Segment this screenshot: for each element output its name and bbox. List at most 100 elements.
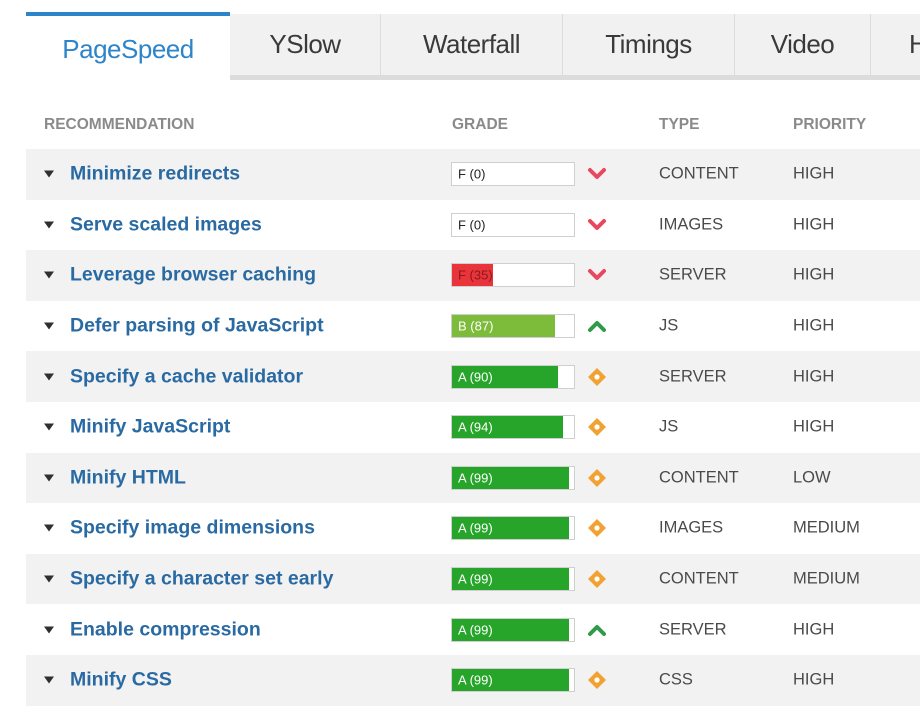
grade-bar: A (99): [451, 465, 575, 490]
tab-bar: PageSpeed YSlow Waterfall Timings Video …: [0, 0, 920, 82]
expand-caret-icon[interactable]: [44, 524, 54, 532]
priority-cell: MEDIUM: [793, 518, 860, 537]
diamond-icon: [588, 418, 606, 437]
chevron-up-icon: [588, 321, 606, 333]
table-row[interactable]: Minimize redirects F (0) CONTENT HIGH: [26, 149, 920, 200]
recommendation-link[interactable]: Serve scaled images: [70, 213, 262, 236]
type-cell: JS: [659, 316, 679, 335]
grade-bar: A (99): [451, 567, 575, 592]
expand-caret-icon[interactable]: [44, 626, 54, 634]
tab-waterfall[interactable]: Waterfall: [380, 14, 562, 80]
table-row[interactable]: Specify image dimensions A (99) IMAGES MEDI…: [26, 503, 920, 554]
expand-caret-icon[interactable]: [44, 474, 54, 482]
priority-cell: HIGH: [793, 670, 835, 689]
type-cell: IMAGES: [659, 215, 724, 234]
grade-label: A (99): [458, 622, 493, 638]
diamond-icon: [588, 367, 606, 386]
expand-caret-icon[interactable]: [44, 170, 54, 178]
table-row[interactable]: Minify JavaScript A (94) JS HIGH: [26, 402, 920, 453]
expand-caret-icon[interactable]: [44, 221, 54, 229]
priority-cell: HIGH: [793, 367, 835, 386]
grade-label: F (0): [458, 217, 486, 233]
grade-bar: A (99): [451, 668, 575, 693]
type-cell: CONTENT: [659, 468, 739, 487]
priority-cell: HIGH: [793, 316, 835, 335]
header-grade[interactable]: GRADE: [452, 116, 508, 134]
expand-caret-icon[interactable]: [44, 373, 54, 381]
grade-label: A (90): [458, 369, 493, 385]
table-row[interactable]: Enable compression A (99) SERVER HIGH: [26, 604, 920, 655]
header-type[interactable]: TYPE: [659, 116, 699, 134]
recommendation-link[interactable]: Minify JavaScript: [70, 416, 230, 439]
table-row[interactable]: Minify CSS A (99) CSS HIGH: [26, 654, 920, 706]
expand-caret-icon[interactable]: [44, 676, 54, 684]
priority-cell: HIGH: [793, 417, 835, 436]
header-recommendation[interactable]: RECOMMENDATION: [44, 116, 194, 134]
priority-cell: HIGH: [793, 164, 835, 183]
recommendation-table: Minimize redirects F (0) CONTENT HIGH Serve …: [26, 149, 920, 706]
recommendation-link[interactable]: Minify CSS: [70, 669, 172, 692]
grade-bar: F (0): [451, 212, 575, 237]
grade-bar: F (0): [451, 162, 575, 187]
tab-pagespeed[interactable]: PageSpeed: [26, 12, 230, 82]
recommendation-link[interactable]: Specify a character set early: [70, 568, 333, 591]
expand-caret-icon[interactable]: [44, 322, 54, 330]
recommendation-link[interactable]: Defer parsing of JavaScript: [70, 315, 324, 338]
grade-bar: F (35): [451, 263, 575, 288]
tab-overflow[interactable]: H: [870, 14, 920, 80]
priority-cell: HIGH: [793, 620, 835, 639]
grade-label: F (35): [458, 267, 493, 283]
diamond-icon: [588, 570, 606, 589]
table-row[interactable]: Specify a character set early A (99) CONTE…: [26, 553, 920, 605]
grade-bar: B (87): [451, 314, 575, 339]
diamond-icon: [588, 519, 606, 538]
type-cell: CONTENT: [659, 569, 739, 588]
chevron-up-icon: [588, 624, 606, 636]
table-row[interactable]: Minify HTML A (99) CONTENT LOW: [26, 452, 920, 504]
recommendation-link[interactable]: Specify a cache validator: [70, 365, 303, 388]
type-cell: SERVER: [659, 620, 727, 639]
recommendation-link[interactable]: Minify HTML: [70, 466, 186, 489]
recommendation-link[interactable]: Enable compression: [70, 618, 261, 641]
chevron-down-icon: [588, 269, 606, 281]
chevron-down-icon: [588, 168, 606, 180]
grade-label: A (94): [458, 419, 493, 435]
expand-caret-icon[interactable]: [44, 575, 54, 583]
grade-label: A (99): [458, 470, 493, 486]
grade-bar: A (90): [451, 364, 575, 389]
grade-label: A (99): [458, 672, 493, 688]
grade-label: A (99): [458, 571, 493, 587]
expand-caret-icon[interactable]: [44, 423, 54, 431]
expand-caret-icon[interactable]: [44, 271, 54, 279]
grade-bar: A (94): [451, 415, 575, 440]
type-cell: IMAGES: [659, 518, 724, 537]
tab-yslow[interactable]: YSlow: [230, 14, 380, 80]
chevron-down-icon: [588, 218, 606, 230]
type-cell: SERVER: [659, 367, 727, 386]
table-header: RECOMMENDATION GRADE TYPE PRIORITY: [0, 116, 920, 138]
header-priority[interactable]: PRIORITY: [793, 116, 866, 134]
grade-label: B (87): [458, 318, 494, 334]
diamond-icon: [588, 671, 606, 690]
grade-bar: A (99): [451, 617, 575, 642]
priority-cell: HIGH: [793, 265, 835, 284]
recommendation-link[interactable]: Minimize redirects: [70, 163, 240, 186]
grade-label: F (0): [458, 166, 486, 182]
table-row[interactable]: Specify a cache validator A (90) SERVER HIG…: [26, 351, 920, 402]
table-row[interactable]: Leverage browser caching F (35) SERVER HIGH: [26, 250, 920, 301]
table-row[interactable]: Serve scaled images F (0) IMAGES HIGH: [26, 200, 920, 251]
priority-cell: MEDIUM: [793, 569, 860, 588]
priority-cell: HIGH: [793, 215, 835, 234]
diamond-icon: [588, 468, 606, 487]
type-cell: CONTENT: [659, 164, 739, 183]
priority-cell: LOW: [793, 468, 831, 487]
recommendation-link[interactable]: Specify image dimensions: [70, 517, 315, 540]
grade-bar: A (99): [451, 516, 575, 541]
tab-video[interactable]: Video: [734, 14, 870, 80]
tab-timings[interactable]: Timings: [562, 14, 734, 80]
type-cell: SERVER: [659, 265, 727, 284]
recommendation-link[interactable]: Leverage browser caching: [70, 264, 316, 287]
type-cell: CSS: [659, 670, 693, 689]
grade-label: A (99): [458, 520, 493, 536]
table-row[interactable]: Defer parsing of JavaScript B (87) JS HIGH: [26, 301, 920, 352]
